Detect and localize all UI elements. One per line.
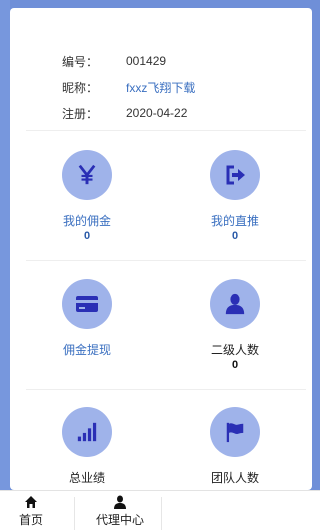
tile-label: 我的直推 bbox=[210, 214, 259, 228]
nav-separator bbox=[161, 497, 162, 530]
profile-register-value: 2020-04-22 bbox=[126, 106, 188, 120]
tile-total-performance[interactable]: 总业绩 bbox=[22, 407, 152, 485]
tile-my-direct[interactable]: 我的直推 0 bbox=[170, 150, 300, 242]
divider bbox=[26, 130, 306, 131]
tile-label: 二级人数 bbox=[210, 343, 259, 357]
profile-id-label: 编号： bbox=[62, 54, 99, 69]
home-icon bbox=[25, 496, 37, 508]
bottom-nav: 首页 代理中心 bbox=[0, 490, 320, 530]
tile-second-level-count[interactable]: 二级人数 0 bbox=[170, 279, 300, 371]
bar-chart-icon bbox=[62, 407, 112, 457]
divider bbox=[26, 389, 306, 390]
user-icon bbox=[114, 495, 126, 509]
nav-agent-center[interactable]: 代理中心 bbox=[80, 491, 160, 530]
credit-card-icon bbox=[62, 279, 112, 329]
profile-id-row: 编号： 001429 bbox=[62, 48, 195, 74]
tile-label: 团队人数 bbox=[210, 471, 259, 485]
nav-separator bbox=[74, 497, 75, 530]
tile-label: 佣金提现 bbox=[62, 343, 111, 357]
profile-nickname-label: 昵称： bbox=[62, 80, 99, 95]
profile-info: 编号： 001429 昵称： fxxz飞翔下载 注册： 2020-04-22 bbox=[62, 48, 195, 126]
nav-home[interactable]: 首页 bbox=[0, 491, 62, 530]
profile-register-label: 注册： bbox=[62, 106, 99, 121]
tile-commission-withdraw[interactable]: 佣金提现 bbox=[22, 279, 152, 357]
profile-id-value: 001429 bbox=[126, 54, 167, 68]
profile-register-row: 注册： 2020-04-22 bbox=[62, 100, 195, 126]
nav-home-label: 首页 bbox=[18, 513, 43, 527]
left-background-strip bbox=[0, 0, 10, 490]
sign-out-icon bbox=[210, 150, 260, 200]
nav-agent-center-label: 代理中心 bbox=[95, 513, 144, 527]
tile-value: 0 bbox=[231, 359, 239, 371]
profile-nickname-row: 昵称： fxxz飞翔下载 bbox=[62, 74, 195, 100]
flag-icon bbox=[210, 407, 260, 457]
tile-label: 总业绩 bbox=[68, 471, 105, 485]
divider bbox=[26, 260, 306, 261]
user-icon bbox=[210, 279, 260, 329]
agent-center-card: 编号： 001429 昵称： fxxz飞翔下载 注册： 2020-04-22 我… bbox=[10, 8, 312, 490]
tile-team-count[interactable]: 团队人数 bbox=[170, 407, 300, 485]
yen-icon bbox=[62, 150, 112, 200]
tile-value: 0 bbox=[83, 230, 91, 242]
tile-my-commission[interactable]: 我的佣金 0 bbox=[22, 150, 152, 242]
tile-label: 我的佣金 bbox=[62, 214, 111, 228]
tile-value: 0 bbox=[231, 230, 239, 242]
profile-nickname-value[interactable]: fxxz飞翔下载 bbox=[126, 79, 195, 96]
